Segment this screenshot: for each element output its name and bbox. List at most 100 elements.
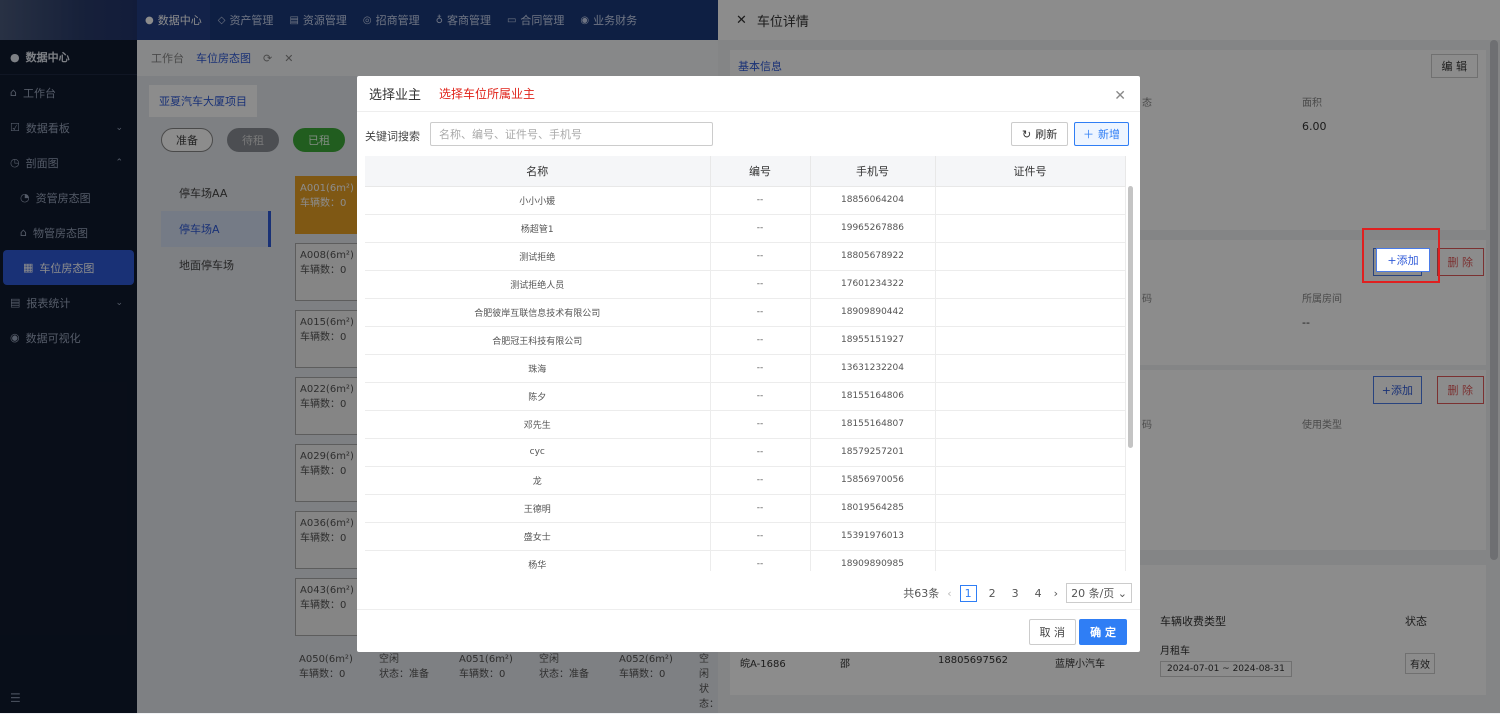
cell-cert — [935, 214, 1126, 243]
cell-phone: 19965267886 — [810, 214, 936, 243]
page-size-select[interactable]: 20 条/页 ⌄ — [1066, 583, 1132, 603]
select-owner-dialog: 选择业主 选择车位所属业主 ✕ 关键词搜索 ↻刷新 ＋新增 名称 编号 手机号 … — [357, 76, 1140, 652]
close-icon[interactable]: ✕ — [1114, 88, 1126, 104]
cell-name: 龙 — [365, 466, 711, 495]
page-3[interactable]: 3 — [1008, 586, 1023, 601]
cell-name: 王德明 — [365, 494, 711, 523]
table-row[interactable]: 龙 -- 15856970056 — [365, 466, 1126, 495]
table-header-row: 名称 编号 手机号 证件号 — [365, 156, 1126, 187]
table-row[interactable]: 小小小媛 -- 18856064204 — [365, 186, 1126, 215]
cell-name: 合肥冠王科技有限公司 — [365, 326, 711, 355]
cell-phone: 18579257201 — [810, 438, 936, 467]
cell-code: -- — [710, 186, 811, 215]
cell-cert — [935, 326, 1126, 355]
column-header-phone: 手机号 — [810, 156, 936, 187]
dialog-title: 选择业主 — [369, 88, 422, 103]
cell-phone: 18909890442 — [810, 298, 936, 327]
table-row[interactable]: 测试拒绝人员 -- 17601234322 — [365, 270, 1126, 299]
cell-name: cyc — [365, 438, 711, 467]
cell-code: -- — [710, 522, 811, 551]
cell-name: 杨华 — [365, 550, 711, 571]
cell-name: 陈夕 — [365, 382, 711, 411]
cell-code: -- — [710, 382, 811, 411]
confirm-button[interactable]: 确 定 — [1079, 619, 1127, 645]
cell-code: -- — [710, 214, 811, 243]
search-label: 关键词搜索 — [365, 130, 420, 143]
table-row[interactable]: 邓先生 -- 18155164807 — [365, 410, 1126, 439]
cell-name: 珠海 — [365, 354, 711, 383]
search-row: 关键词搜索 ↻刷新 ＋新增 — [365, 122, 1132, 148]
cell-phone: 18805678922 — [810, 242, 936, 271]
cell-code: -- — [710, 494, 811, 523]
table-row[interactable]: 珠海 -- 13631232204 — [365, 354, 1126, 383]
cell-phone: 13631232204 — [810, 354, 936, 383]
search-input[interactable] — [430, 122, 713, 146]
cell-cert — [935, 298, 1126, 327]
column-header-name: 名称 — [365, 156, 711, 187]
cell-name: 测试拒绝人员 — [365, 270, 711, 299]
cell-phone: 18155164807 — [810, 410, 936, 439]
table-row[interactable]: cyc -- 18579257201 — [365, 438, 1126, 467]
table-row[interactable]: 王德明 -- 18019564285 — [365, 494, 1126, 523]
cell-code: -- — [710, 298, 811, 327]
cell-cert — [935, 550, 1126, 571]
cell-cert — [935, 522, 1126, 551]
cell-cert — [935, 354, 1126, 383]
cell-cert — [935, 242, 1126, 271]
cell-phone: 17601234322 — [810, 270, 936, 299]
cell-phone: 15856970056 — [810, 466, 936, 495]
page-2[interactable]: 2 — [985, 586, 1000, 601]
cell-cert — [935, 466, 1126, 495]
cell-phone: 18019564285 — [810, 494, 936, 523]
table-scrollbar[interactable] — [1128, 186, 1133, 448]
owner-table: 名称 编号 手机号 证件号 小小小媛 -- 18856064204 杨超管1 -- 199… — [365, 156, 1133, 571]
cell-cert — [935, 494, 1126, 523]
prev-page-icon[interactable]: ‹ — [947, 587, 951, 600]
highlight-box — [1362, 228, 1440, 283]
cell-code: -- — [710, 550, 811, 571]
cell-code: -- — [710, 354, 811, 383]
cell-cert — [935, 270, 1126, 299]
cell-name: 邓先生 — [365, 410, 711, 439]
table-row[interactable]: 盛女士 -- 15391976013 — [365, 522, 1126, 551]
table-row[interactable]: 合肥彼岸互联信息技术有限公司 -- 18909890442 — [365, 298, 1126, 327]
column-header-code: 编号 — [710, 156, 811, 187]
cell-name: 杨超管1 — [365, 214, 711, 243]
cell-phone: 18955151927 — [810, 326, 936, 355]
page-1[interactable]: 1 — [959, 584, 977, 602]
cell-code: -- — [710, 466, 811, 495]
dialog-footer: 取 消 确 定 — [357, 609, 1140, 652]
cell-name: 合肥彼岸互联信息技术有限公司 — [365, 298, 711, 327]
cell-phone: 18909890985 — [810, 550, 936, 571]
cell-code: -- — [710, 326, 811, 355]
column-header-cert: 证件号 — [935, 156, 1126, 187]
cell-name: 小小小媛 — [365, 186, 711, 215]
cell-cert — [935, 410, 1126, 439]
total-count: 共63条 — [903, 587, 940, 600]
cell-name: 盛女士 — [365, 522, 711, 551]
plus-icon: ＋ — [1083, 128, 1094, 141]
cell-phone: 18856064204 — [810, 186, 936, 215]
dialog-header: 选择业主 选择车位所属业主 — [357, 76, 1140, 112]
table-row[interactable]: 杨超管1 -- 19965267886 — [365, 214, 1126, 243]
pagination: 共63条 ‹ 1 2 3 4 › 20 条/页 ⌄ — [903, 583, 1132, 603]
table-row[interactable]: 合肥冠王科技有限公司 -- 18955151927 — [365, 326, 1126, 355]
cancel-button[interactable]: 取 消 — [1028, 619, 1076, 645]
add-new-button[interactable]: ＋新增 — [1074, 122, 1129, 146]
table-row[interactable]: 陈夕 -- 18155164806 — [365, 382, 1126, 411]
cell-code: -- — [710, 242, 811, 271]
cell-phone: 18155164806 — [810, 382, 936, 411]
page-4[interactable]: 4 — [1031, 586, 1046, 601]
cell-name: 测试拒绝 — [365, 242, 711, 271]
cell-phone: 15391976013 — [810, 522, 936, 551]
dialog-subtitle: 选择车位所属业主 — [439, 87, 536, 101]
next-page-icon[interactable]: › — [1054, 587, 1058, 600]
cell-cert — [935, 382, 1126, 411]
cell-code: -- — [710, 438, 811, 467]
table-row[interactable]: 测试拒绝 -- 18805678922 — [365, 242, 1126, 271]
cell-code: -- — [710, 270, 811, 299]
cell-cert — [935, 186, 1126, 215]
table-row[interactable]: 杨华 -- 18909890985 — [365, 550, 1126, 571]
refresh-button[interactable]: ↻ 刷新 — [1011, 122, 1069, 146]
cell-cert — [935, 438, 1126, 467]
